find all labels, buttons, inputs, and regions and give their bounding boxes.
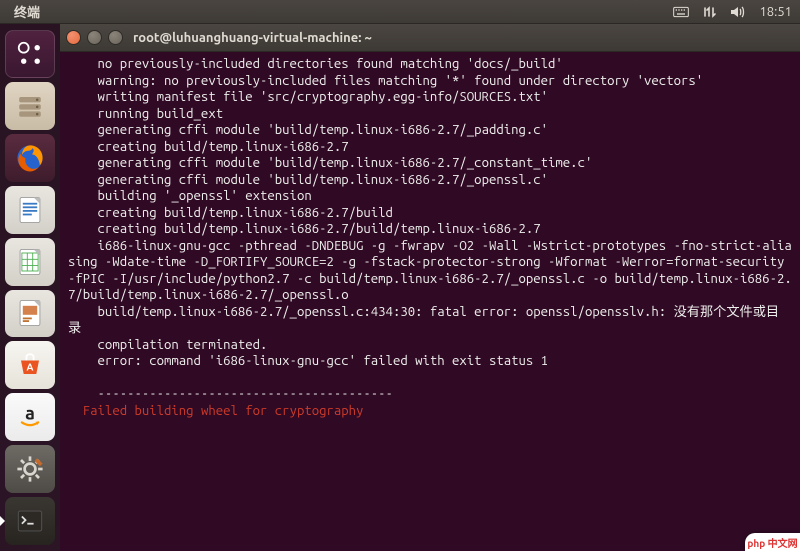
active-app-label: 终端 <box>14 2 40 21</box>
terminal-content[interactable]: no previously-included directories found… <box>60 52 800 551</box>
terminal-titlebar[interactable]: root@luhuanghuang-virtual-machine: ~ <box>60 24 800 52</box>
svg-text:A: A <box>27 362 34 373</box>
firefox-icon[interactable] <box>5 134 55 182</box>
window-maximize-button[interactable] <box>108 30 123 45</box>
desktop: 终端 18:51 A <box>0 0 800 551</box>
clock[interactable]: 18:51 <box>759 5 792 19</box>
amazon-icon[interactable]: a <box>5 393 55 441</box>
terminal-launcher-icon[interactable] <box>5 497 55 545</box>
keyboard-indicator-icon[interactable] <box>673 4 689 20</box>
libreoffice-impress-icon[interactable] <box>5 290 55 338</box>
window-close-button[interactable] <box>66 30 81 45</box>
terminal-output: no previously-included directories found… <box>68 57 792 401</box>
top-menubar: 终端 18:51 <box>0 0 800 24</box>
libreoffice-calc-icon[interactable] <box>5 238 55 286</box>
unity-launcher: A a <box>0 24 60 551</box>
svg-text:a: a <box>25 404 35 424</box>
watermark-badge: php 中文网 <box>745 533 800 551</box>
window-title: root@luhuanghuang-virtual-machine: ~ <box>133 31 372 45</box>
ubuntu-software-icon[interactable]: A <box>5 341 55 389</box>
dash-home-icon[interactable] <box>5 30 55 78</box>
network-indicator-icon[interactable] <box>701 4 717 20</box>
libreoffice-writer-icon[interactable] <box>5 186 55 234</box>
system-settings-icon[interactable] <box>5 445 55 493</box>
terminal-error-line: Failed building wheel for cryptography <box>68 404 363 418</box>
sound-indicator-icon[interactable] <box>729 4 745 20</box>
files-icon[interactable] <box>5 82 55 130</box>
terminal-window: root@luhuanghuang-virtual-machine: ~ no … <box>60 24 800 551</box>
window-minimize-button[interactable] <box>87 30 102 45</box>
